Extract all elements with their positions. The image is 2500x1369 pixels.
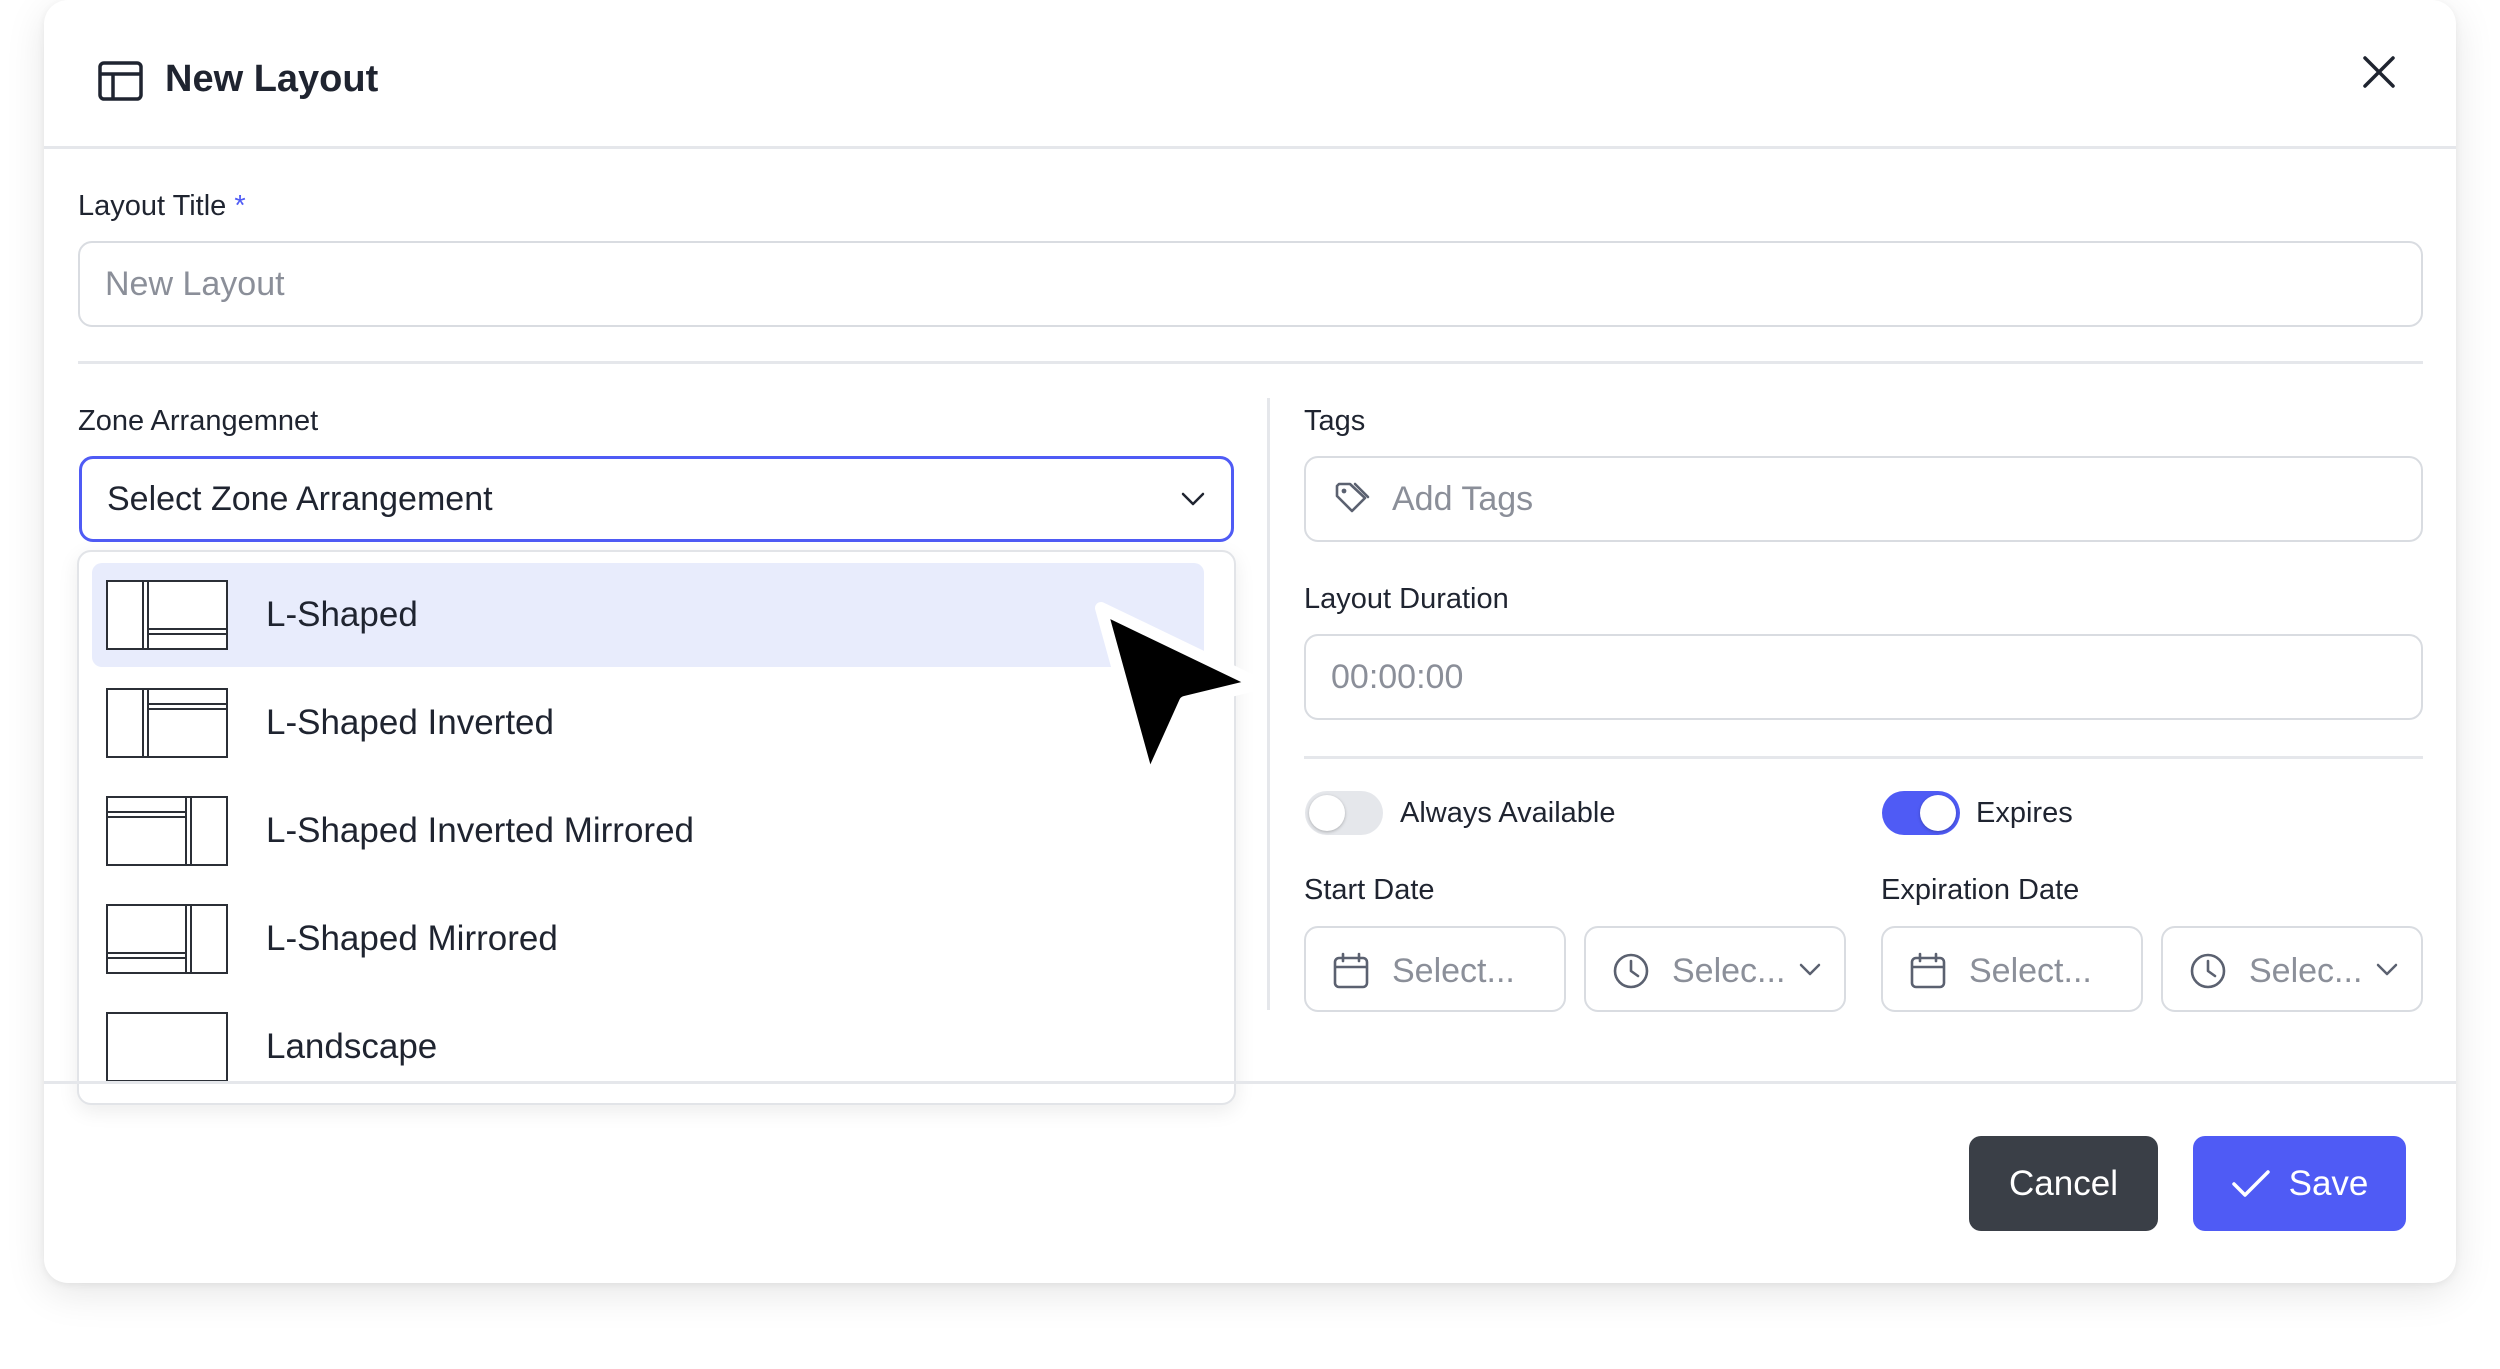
start-date-label: Start Date: [1304, 874, 1435, 906]
modal-title: New Layout: [165, 58, 379, 100]
start-date-picker[interactable]: Select...: [1304, 926, 1566, 1012]
close-icon[interactable]: [2361, 54, 2397, 90]
clock-icon: [1613, 953, 1649, 989]
duration-divider: [1304, 756, 2423, 759]
start-date-placeholder: Select...: [1392, 952, 1515, 990]
option-l-shaped-inverted[interactable]: L-Shaped Inverted: [92, 671, 1204, 775]
zone-arrangement-dropdown: L-Shaped L-Shaped Inverted L-Shaped Inve: [77, 550, 1236, 1105]
always-available-label: Always Available: [1400, 797, 1616, 829]
landscape-icon: [106, 1012, 228, 1082]
option-label: L-Shaped: [266, 595, 418, 634]
tags-label: Tags: [1304, 405, 1366, 437]
l-shaped-mirrored-icon: [106, 904, 228, 974]
tags-input[interactable]: Add Tags: [1304, 456, 2423, 542]
zone-arrangement-label: Zone Arrangemnet: [78, 405, 319, 437]
option-l-shaped[interactable]: L-Shaped: [92, 563, 1204, 667]
layout-title-label: Layout Title *: [78, 190, 246, 223]
expiration-date-picker[interactable]: Select...: [1881, 926, 2143, 1012]
save-button-label: Save: [2288, 1163, 2369, 1203]
option-label: L-Shaped Mirrored: [266, 919, 558, 958]
toggle-knob: [1920, 795, 1956, 831]
save-button[interactable]: Save: [2193, 1136, 2406, 1231]
layout-title-label-text: Layout Title: [78, 190, 227, 222]
option-l-shaped-inverted-mirrored[interactable]: L-Shaped Inverted Mirrored: [92, 779, 1204, 883]
option-l-shaped-mirrored[interactable]: L-Shaped Mirrored: [92, 887, 1204, 991]
tags-placeholder: Add Tags: [1392, 479, 1534, 518]
tag-icon: [1335, 482, 1370, 513]
column-separator: [1267, 398, 1270, 1010]
expiration-date-label: Expiration Date: [1881, 874, 2080, 906]
chevron-down-icon: [1799, 963, 1821, 976]
cancel-button[interactable]: Cancel: [1969, 1136, 2158, 1231]
start-time-picker[interactable]: Selec...: [1584, 926, 1846, 1012]
chevron-down-icon: [2376, 963, 2398, 976]
chevron-down-icon: [1181, 492, 1205, 506]
option-label: Landscape: [266, 1027, 438, 1066]
modal-header: New Layout: [44, 0, 2456, 149]
zone-arrangement-select[interactable]: Select Zone Arrangement: [79, 456, 1234, 542]
expires-label: Expires: [1976, 797, 2073, 829]
new-layout-modal: New Layout Layout Title * New Layout Zon…: [44, 0, 2456, 1283]
option-label: L-Shaped Inverted: [266, 703, 554, 742]
layout-title-input[interactable]: New Layout: [78, 241, 2423, 327]
l-shaped-inverted-mirrored-icon: [106, 796, 228, 866]
layout-duration-label: Layout Duration: [1304, 583, 1509, 615]
clock-icon: [2190, 953, 2226, 989]
expiration-date-placeholder: Select...: [1969, 952, 2092, 990]
layout-duration-input[interactable]: 00:00:00: [1304, 634, 2423, 720]
always-available-toggle[interactable]: [1305, 791, 1383, 835]
expires-toggle[interactable]: [1882, 791, 1960, 835]
l-shaped-inverted-icon: [106, 688, 228, 758]
expiration-time-picker[interactable]: Selec...: [2161, 926, 2423, 1012]
check-icon: [2231, 1169, 2270, 1197]
calendar-icon: [1333, 952, 1369, 989]
l-shaped-icon: [106, 580, 228, 650]
cancel-button-label: Cancel: [2009, 1163, 2118, 1203]
calendar-icon: [1910, 952, 1946, 989]
layout-duration-placeholder: 00:00:00: [1331, 657, 1464, 696]
required-mark: *: [234, 190, 246, 222]
zone-arrangement-value: Select Zone Arrangement: [107, 479, 493, 518]
footer-divider: [44, 1081, 2456, 1084]
option-label: L-Shaped Inverted Mirrored: [266, 811, 694, 850]
layout-title-placeholder: New Layout: [105, 264, 285, 303]
section-divider: [78, 361, 2423, 364]
expiration-time-placeholder: Selec...: [2249, 952, 2363, 990]
start-time-placeholder: Selec...: [1672, 952, 1786, 990]
toggle-knob: [1309, 795, 1345, 831]
layout-icon: [98, 61, 143, 101]
